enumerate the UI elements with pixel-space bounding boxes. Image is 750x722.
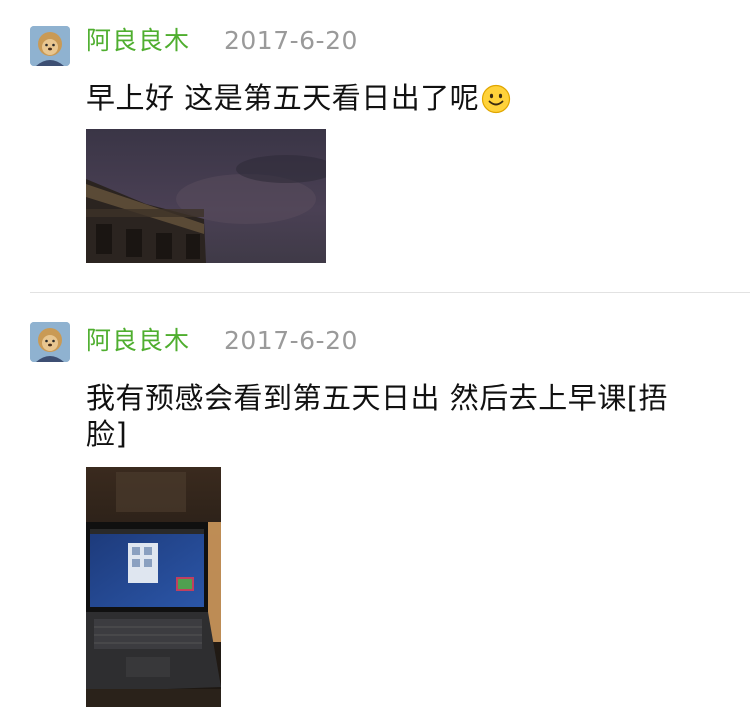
avatar[interactable]	[30, 26, 70, 66]
author-name[interactable]: 阿良良木	[86, 326, 190, 356]
post-text: 我有预感会看到第五天日出 然后去上早课[捂脸]	[86, 381, 669, 451]
moments-feed: 阿良良木 2017-6-20 早上好 这是第五天看日出了呢 阿良良木 2017-…	[0, 0, 750, 722]
avatar[interactable]	[30, 322, 70, 362]
post-text: 早上好 这是第五天看日出了呢	[86, 80, 706, 122]
feed-post: 阿良良木 2017-6-20 我有预感会看到第五天日出 然后去上早课[捂脸]	[0, 294, 750, 722]
feed-post: 阿良良木 2017-6-20 早上好 这是第五天看日出了呢	[0, 0, 750, 292]
post-divider	[30, 292, 750, 293]
post-date: 2017-6-20	[224, 326, 358, 355]
post-photo-sunrise[interactable]	[86, 129, 326, 263]
post-photo-laptop[interactable]	[86, 467, 221, 707]
smiling-face-icon	[481, 84, 511, 122]
author-name[interactable]: 阿良良木	[86, 26, 190, 56]
post-text-content: 早上好 这是第五天看日出了呢	[86, 81, 480, 115]
post-date: 2017-6-20	[224, 26, 358, 55]
